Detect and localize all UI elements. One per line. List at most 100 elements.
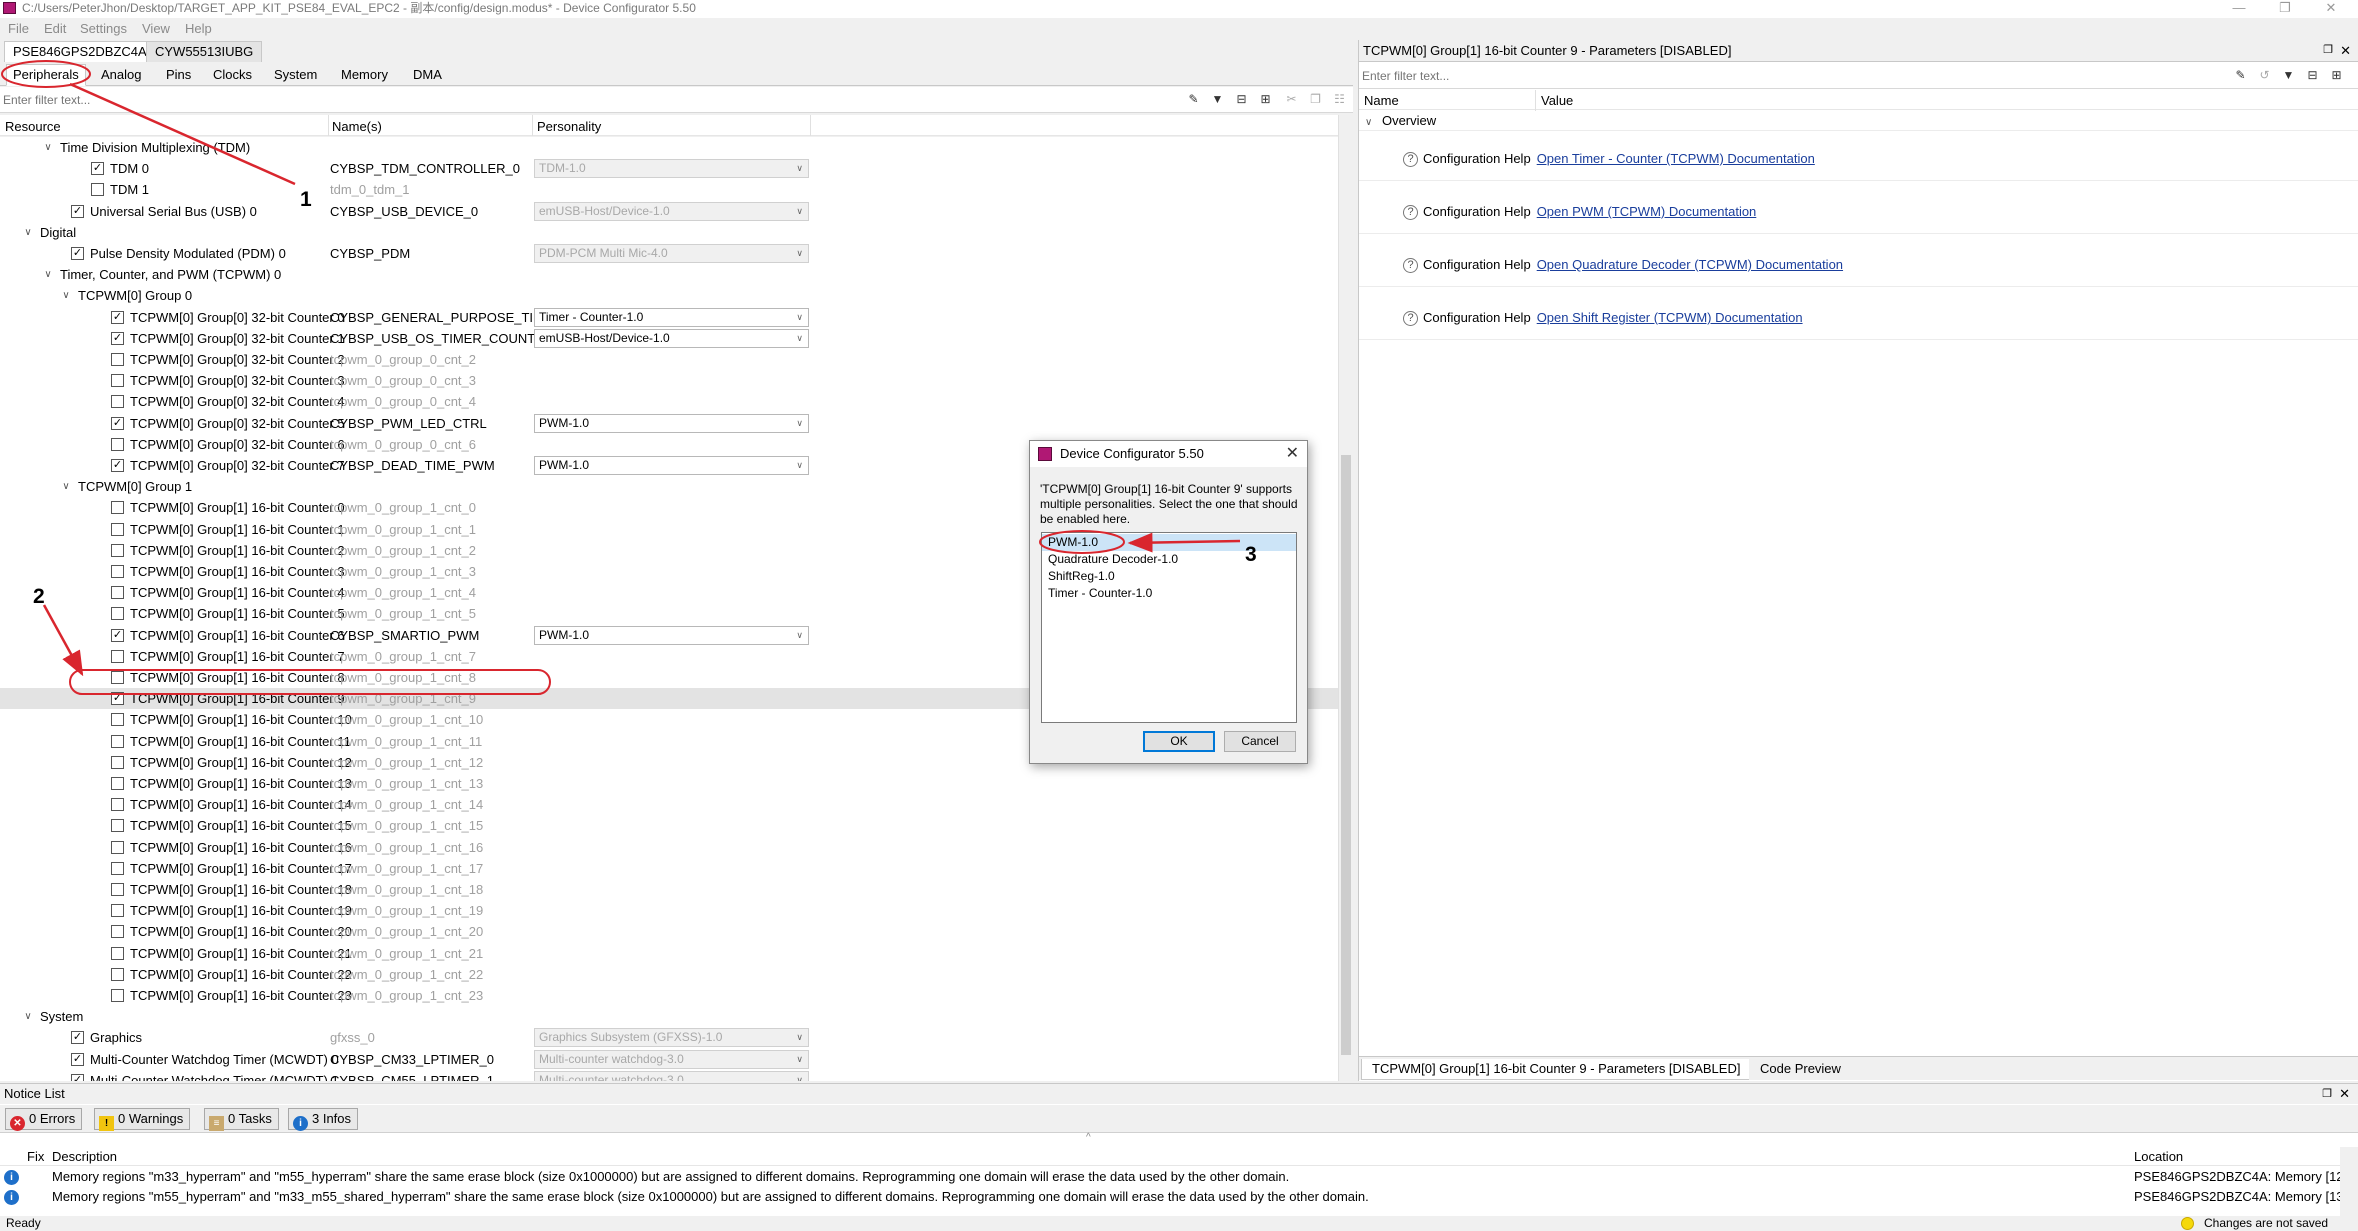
instance-name[interactable]: tcpwm_0_group_1_cnt_11 bbox=[330, 731, 482, 752]
tree-row[interactable]: ✓ Universal Serial Bus (USB) 0 CYBSP_USB_D… bbox=[0, 201, 1338, 222]
tree-row[interactable]: TCPWM[0] Group[1] 16-bit Counter 18 tcpwm… bbox=[0, 879, 1338, 900]
enable-checkbox[interactable] bbox=[111, 607, 124, 621]
enable-checkbox[interactable] bbox=[111, 967, 124, 981]
menu-view[interactable]: View bbox=[142, 21, 170, 36]
collapse-all-icon[interactable]: ⊟ bbox=[1234, 92, 1249, 107]
enable-checkbox[interactable]: ✓ bbox=[111, 310, 124, 324]
tree-row[interactable]: TCPWM[0] Group[1] 16-bit Counter 17 tcpwm… bbox=[0, 858, 1338, 879]
enable-checkbox[interactable]: ✓ bbox=[111, 628, 124, 642]
enable-checkbox[interactable]: ✓ bbox=[71, 204, 84, 218]
instance-name[interactable]: tcpwm_0_group_1_cnt_22 bbox=[330, 964, 483, 985]
personality-select[interactable]: Timer - Counter-1.0 ∨ bbox=[534, 307, 809, 327]
instance-name[interactable]: CYBSP_GENERAL_PURPOSE_TIMER bbox=[330, 307, 562, 328]
personality-select[interactable]: emUSB-Host/Device-1.0 ∨ bbox=[534, 328, 809, 348]
instance-name[interactable]: CYBSP_USB_OS_TIMER_COUNTER bbox=[330, 328, 553, 349]
tab-code-preview[interactable]: Code Preview bbox=[1749, 1059, 1852, 1080]
enable-checkbox[interactable] bbox=[111, 353, 124, 366]
filter-icon[interactable]: ▼ bbox=[1210, 92, 1225, 107]
instance-name[interactable]: tcpwm_0_group_0_cnt_6 bbox=[330, 434, 476, 455]
instance-name[interactable]: CYBSP_SMARTIO_PWM bbox=[330, 625, 479, 646]
reset-icon[interactable]: ↺ bbox=[2257, 68, 2272, 83]
instance-name[interactable]: CYBSP_TDM_CONTROLLER_0 bbox=[330, 158, 520, 179]
instance-name[interactable]: tcpwm_0_group_1_cnt_1 bbox=[330, 519, 476, 540]
enable-checkbox[interactable] bbox=[111, 543, 124, 557]
tab-pins[interactable]: Pins bbox=[159, 64, 198, 86]
enable-checkbox[interactable] bbox=[111, 883, 124, 896]
tab-device-cyw55513[interactable]: CYW55513IUBG bbox=[146, 41, 263, 62]
personality-option[interactable]: Quadrature Decoder-1.0 bbox=[1046, 551, 1296, 568]
expand-all-icon[interactable]: ⊞ bbox=[2329, 68, 2344, 83]
instance-name[interactable]: tcpwm_0_group_1_cnt_12 bbox=[330, 752, 483, 773]
instance-name[interactable]: tcpwm_0_group_1_cnt_15 bbox=[330, 815, 483, 836]
tree-row[interactable]: ∨ Time Division Multiplexing (TDM) bbox=[0, 137, 1338, 158]
enable-checkbox[interactable]: ✓ bbox=[71, 1031, 84, 1045]
enable-checkbox[interactable]: ✓ bbox=[111, 416, 124, 430]
enable-checkbox[interactable]: ✓ bbox=[111, 331, 124, 345]
tree-row[interactable]: TCPWM[0] Group[1] 16-bit Counter 19 tcpwm… bbox=[0, 900, 1338, 921]
resource-filter-input[interactable] bbox=[3, 90, 1208, 109]
warnings-filter-button[interactable]: ! 0 Warnings bbox=[94, 1108, 191, 1131]
enable-checkbox[interactable] bbox=[111, 904, 124, 918]
chevron-down-icon[interactable]: ∨ bbox=[42, 137, 54, 158]
tab-analog[interactable]: Analog bbox=[94, 64, 148, 86]
personality-option[interactable]: ShiftReg-1.0 bbox=[1046, 568, 1296, 585]
expand-all-icon[interactable]: ⊞ bbox=[1258, 92, 1273, 107]
instance-name[interactable]: tcpwm_0_group_1_cnt_5 bbox=[330, 603, 476, 624]
tree-row[interactable]: ∨ System bbox=[0, 1006, 1338, 1027]
instance-name[interactable]: tcpwm_0_group_1_cnt_0 bbox=[330, 497, 476, 518]
personality-select[interactable]: PWM-1.0 ∨ bbox=[534, 413, 809, 433]
instance-name[interactable]: tcpwm_0_group_0_cnt_3 bbox=[330, 370, 476, 391]
chevron-down-icon[interactable]: ∨ bbox=[60, 476, 72, 497]
chevron-down-icon[interactable]: ∨ bbox=[22, 1006, 34, 1027]
link-quadrature-decoder-docs[interactable]: Open Quadrature Decoder (TCPWM) Document… bbox=[1537, 257, 1843, 272]
overview-group[interactable]: ∨ Overview bbox=[1365, 113, 1436, 128]
tree-row[interactable]: TCPWM[0] Group[1] 16-bit Counter 15 tcpwm… bbox=[0, 815, 1338, 836]
instance-name[interactable]: tcpwm_0_group_0_cnt_4 bbox=[330, 391, 476, 412]
enable-checkbox[interactable]: ✓ bbox=[71, 247, 84, 260]
enable-checkbox[interactable] bbox=[111, 819, 124, 833]
col-description[interactable]: Description bbox=[52, 1149, 117, 1164]
instance-name[interactable]: CYBSP_DEAD_TIME_PWM bbox=[330, 455, 495, 476]
link-pwm-docs[interactable]: Open PWM (TCPWM) Documentation bbox=[1537, 204, 1757, 219]
instance-name[interactable]: CYBSP_CM33_LPTIMER_0 bbox=[330, 1049, 494, 1070]
splitter-handle-icon[interactable]: ^ bbox=[1086, 1132, 1091, 1143]
paste-icon[interactable]: ☷ bbox=[1332, 92, 1347, 107]
tree-row[interactable]: TCPWM[0] Group[1] 16-bit Counter 20 tcpwm… bbox=[0, 921, 1338, 942]
notice-row[interactable]: i Memory regions "m33_hyperram" and "m55… bbox=[0, 1167, 2347, 1187]
copy-icon[interactable]: ❐ bbox=[1308, 92, 1323, 107]
personality-select[interactable]: Multi-counter watchdog-3.0 ∨ bbox=[534, 1049, 809, 1069]
link-timer-counter-docs[interactable]: Open Timer - Counter (TCPWM) Documentati… bbox=[1537, 151, 1815, 166]
enable-checkbox[interactable] bbox=[111, 734, 124, 748]
personality-select[interactable]: PWM-1.0 ∨ bbox=[534, 625, 809, 645]
tab-peripherals[interactable]: Peripherals bbox=[6, 64, 86, 86]
tree-row[interactable]: ✓ TCPWM[0] Group[0] 32-bit Counter 1 CYBSP… bbox=[0, 328, 1338, 349]
close-button[interactable]: ✕ bbox=[2308, 0, 2354, 18]
col-fix[interactable]: Fix bbox=[27, 1149, 44, 1164]
tree-row[interactable]: ∨ TCPWM[0] Group 0 bbox=[0, 285, 1338, 306]
enable-checkbox[interactable] bbox=[111, 840, 124, 854]
enable-checkbox[interactable]: ✓ bbox=[71, 1073, 84, 1081]
col-names[interactable]: Name(s) bbox=[332, 119, 382, 134]
personality-list[interactable]: PWM-1.0 Quadrature Decoder-1.0 ShiftReg-… bbox=[1041, 532, 1297, 723]
ok-button[interactable]: OK bbox=[1143, 731, 1215, 752]
instance-name[interactable]: tcpwm_0_group_1_cnt_8 bbox=[330, 667, 476, 688]
enable-checkbox[interactable]: ✓ bbox=[111, 459, 124, 472]
instance-name[interactable]: tcpwm_0_group_0_cnt_2 bbox=[330, 349, 476, 370]
instance-name[interactable]: tcpwm_0_group_1_cnt_18 bbox=[330, 879, 483, 900]
instance-name[interactable]: tcpwm_0_group_1_cnt_17 bbox=[330, 858, 483, 879]
tree-row[interactable]: TCPWM[0] Group[1] 16-bit Counter 22 tcpwm… bbox=[0, 964, 1338, 985]
tree-scrollbar[interactable] bbox=[1338, 115, 1353, 1081]
instance-name[interactable]: tcpwm_0_group_1_cnt_13 bbox=[330, 773, 483, 794]
col-location[interactable]: Location bbox=[2134, 1149, 2183, 1164]
tab-dma[interactable]: DMA bbox=[406, 64, 449, 86]
personality-select[interactable]: Graphics Subsystem (GFXSS)-1.0 ∨ bbox=[534, 1028, 809, 1048]
tree-row[interactable]: TCPWM[0] Group[0] 32-bit Counter 4 tcpwm_… bbox=[0, 391, 1338, 412]
tab-parameters[interactable]: TCPWM[0] Group[1] 16-bit Counter 9 - Par… bbox=[1361, 1059, 1752, 1080]
menu-file[interactable]: File bbox=[8, 21, 29, 36]
cancel-button[interactable]: Cancel bbox=[1224, 731, 1296, 752]
tree-row[interactable]: ✓ TCPWM[0] Group[0] 32-bit Counter 5 CYBSP… bbox=[0, 413, 1338, 434]
link-shift-register-docs[interactable]: Open Shift Register (TCPWM) Documentatio… bbox=[1537, 310, 1803, 325]
notice-scrollbar[interactable] bbox=[2340, 1147, 2358, 1217]
enable-checkbox[interactable] bbox=[111, 925, 124, 939]
tree-row[interactable]: TCPWM[0] Group[1] 16-bit Counter 23 tcpwm… bbox=[0, 985, 1338, 1006]
